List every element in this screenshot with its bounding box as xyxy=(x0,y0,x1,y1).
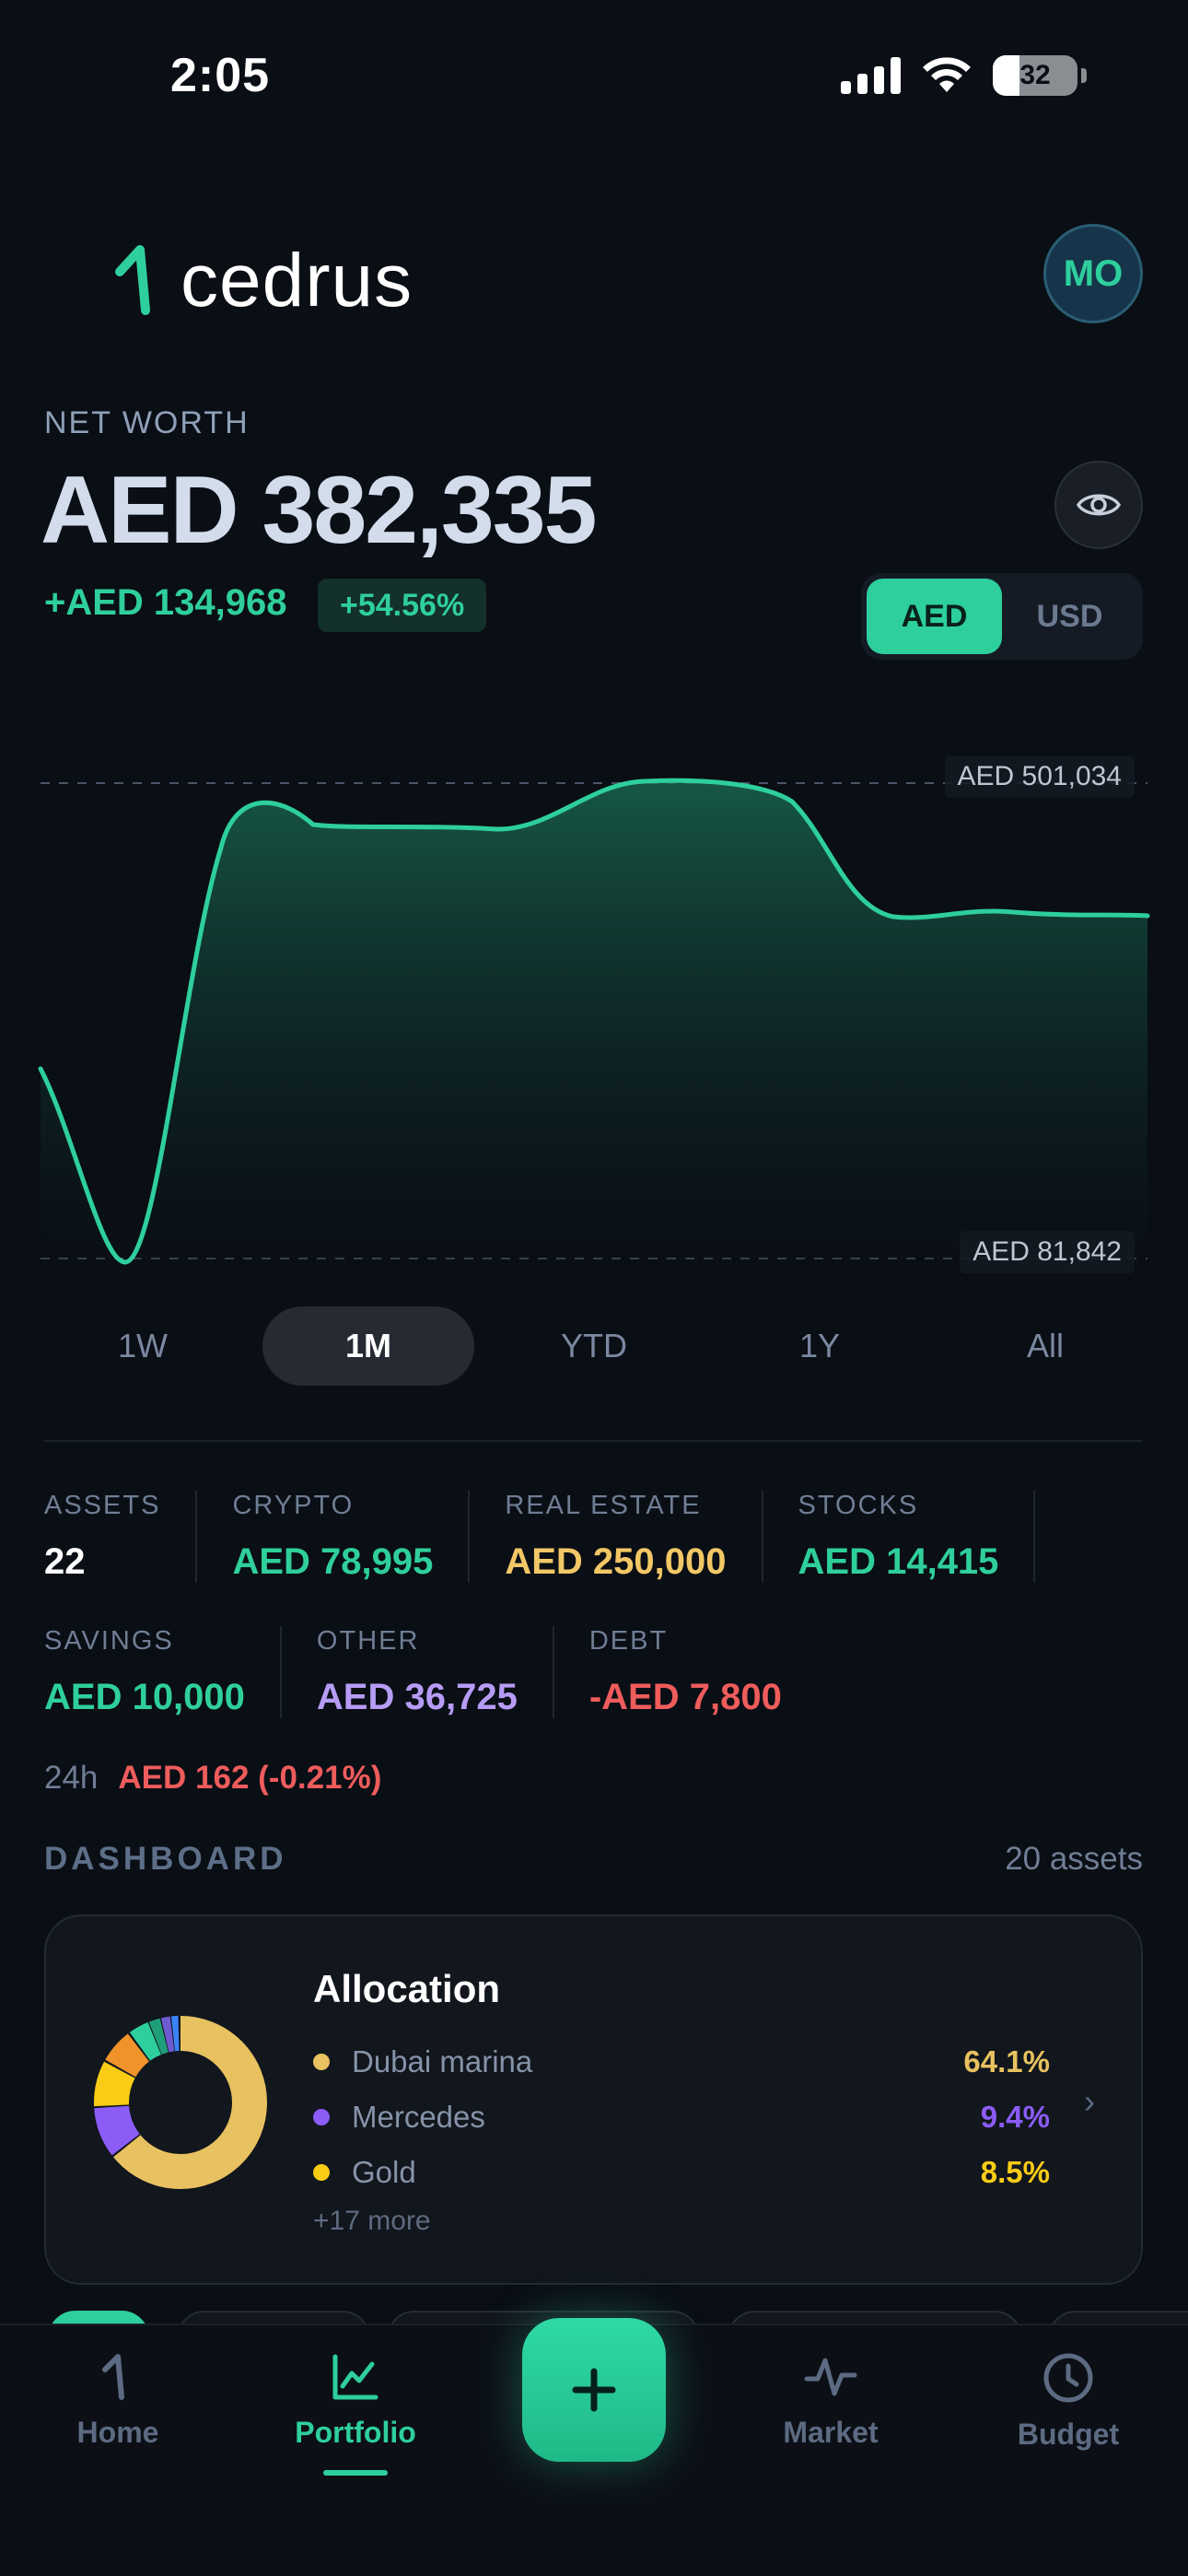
add-button[interactable] xyxy=(522,2318,666,2462)
stat-value: AED 78,995 xyxy=(232,1541,434,1582)
allocation-pct: 8.5% xyxy=(980,2155,1050,2189)
period-all[interactable]: All xyxy=(939,1306,1151,1386)
allocation-list: Dubai marina 64.1% Mercedes 9.4% Gold 8.… xyxy=(313,2034,1087,2237)
stat-savings[interactable]: SAVINGS AED 10,000 xyxy=(44,1626,282,1718)
allocation-more[interactable]: +17 more xyxy=(313,2206,1087,2237)
period-1y[interactable]: 1Y xyxy=(714,1306,926,1386)
list-item: Dubai marina 64.1% xyxy=(313,2034,1087,2090)
currency-usd-button[interactable]: USD xyxy=(1002,579,1137,654)
status-icons: 32 xyxy=(841,55,1087,96)
brand-logo: cedrus xyxy=(112,238,413,324)
nav-label: Market xyxy=(783,2416,879,2449)
pulse-icon xyxy=(804,2358,857,2396)
nav-portfolio[interactable]: Portfolio xyxy=(263,2325,448,2476)
stat-label: SAVINGS xyxy=(44,1626,174,1656)
legend-dot xyxy=(313,2054,330,2070)
stat-label: CRYPTO xyxy=(232,1491,355,1520)
stat-value: AED 14,415 xyxy=(798,1541,999,1582)
net-worth-change-badge: +54.56% xyxy=(318,579,487,632)
allocation-name: Mercedes xyxy=(352,2100,485,2134)
list-item: Gold 8.5% xyxy=(313,2145,1087,2200)
stat-other[interactable]: OTHER AED 36,725 xyxy=(317,1626,554,1718)
stats-row: SAVINGS AED 10,000 OTHER AED 36,725 DEBT… xyxy=(44,1626,852,1718)
stat-label: DEBT xyxy=(588,1626,669,1656)
period-1w[interactable]: 1W xyxy=(37,1306,249,1386)
nav-budget[interactable]: Budget xyxy=(976,2325,1160,2452)
stat-value: AED 250,000 xyxy=(505,1541,727,1582)
allocation-donut xyxy=(94,2016,267,2189)
stat-label: OTHER xyxy=(316,1626,420,1656)
stat-assets: ASSETS 22 xyxy=(44,1491,198,1583)
nav-market[interactable]: Market xyxy=(739,2325,923,2450)
divider xyxy=(44,1440,1143,1442)
net-worth-label: NET WORTH xyxy=(44,405,250,440)
chart-icon xyxy=(332,2354,379,2400)
allocation-card[interactable]: Allocation Dubai marina 64.1% Mercedes 9… xyxy=(44,1914,1143,2285)
currency-toggle: AED USD xyxy=(861,573,1143,660)
allocation-pct: 9.4% xyxy=(980,2100,1050,2134)
period-1m[interactable]: 1M xyxy=(262,1306,474,1386)
allocation-pct: 64.1% xyxy=(963,2044,1050,2078)
brand-name: cedrus xyxy=(181,239,413,322)
clock-icon xyxy=(1043,2353,1093,2403)
signal-icon xyxy=(841,57,901,94)
wifi-icon xyxy=(923,57,971,92)
day-change: 24h AED 162 (-0.21%) xyxy=(44,1760,381,1797)
period-selector: 1W 1M YTD 1Y All xyxy=(37,1306,1151,1386)
battery-level: 32 xyxy=(1019,60,1051,90)
chart-max-label: AED 501,034 xyxy=(944,755,1135,798)
avatar[interactable]: MO xyxy=(1043,224,1143,323)
period-ytd[interactable]: YTD xyxy=(488,1306,700,1386)
stat-value: -AED 7,800 xyxy=(588,1677,782,1717)
net-worth-change: +AED 134,968 xyxy=(44,582,287,623)
day-change-label: 24h xyxy=(44,1760,99,1796)
chart-min-label: AED 81,842 xyxy=(960,1231,1135,1273)
stat-value: 22 xyxy=(44,1541,86,1582)
cedrus-logo-icon xyxy=(102,2354,124,2400)
asset-count: 20 assets xyxy=(1005,1841,1143,1877)
net-worth-chart[interactable]: AED 501,034 AED 81,842 xyxy=(0,737,1188,1290)
allocation-name: Dubai marina xyxy=(352,2044,533,2078)
stat-label: REAL ESTATE xyxy=(505,1491,702,1520)
chevron-right-icon[interactable]: › xyxy=(1084,2082,1095,2121)
toggle-visibility-button[interactable] xyxy=(1054,461,1143,549)
nav-label: Portfolio xyxy=(295,2416,416,2449)
stat-real-estate[interactable]: REAL ESTATE AED 250,000 xyxy=(505,1491,763,1583)
stat-value: AED 10,000 xyxy=(44,1677,245,1717)
currency-aed-button[interactable]: AED xyxy=(867,579,1002,654)
net-worth-value: AED 382,335 xyxy=(41,457,597,564)
stat-value: AED 36,725 xyxy=(316,1677,518,1717)
nav-label: Home xyxy=(76,2416,159,2449)
stat-label: ASSETS xyxy=(44,1491,161,1520)
day-change-value: AED 162 (-0.21%) xyxy=(118,1760,382,1796)
chart-area xyxy=(41,780,1147,1271)
nav-label: Budget xyxy=(1017,2418,1120,2451)
nav-home[interactable]: Home xyxy=(26,2325,210,2450)
active-indicator xyxy=(323,2470,388,2476)
dashboard-title: DASHBOARD xyxy=(44,1841,287,1877)
stats-row: ASSETS 22 CRYPTO AED 78,995 REAL ESTATE … xyxy=(44,1491,1070,1583)
plus-icon xyxy=(572,2368,616,2412)
stat-label: STOCKS xyxy=(798,1491,919,1520)
battery-icon: 32 xyxy=(993,55,1077,96)
cedrus-logo-icon xyxy=(115,245,150,315)
list-item: Mercedes 9.4% xyxy=(313,2090,1087,2145)
status-time: 2:05 xyxy=(170,49,271,102)
stat-debt[interactable]: DEBT -AED 7,800 xyxy=(589,1626,817,1718)
stat-crypto[interactable]: CRYPTO AED 78,995 xyxy=(232,1491,471,1583)
eye-icon xyxy=(1077,494,1121,516)
stat-stocks[interactable]: STOCKS AED 14,415 xyxy=(798,1491,1036,1583)
legend-dot xyxy=(313,2164,330,2181)
legend-dot xyxy=(313,2109,330,2125)
allocation-title: Allocation xyxy=(313,1967,501,2010)
allocation-name: Gold xyxy=(352,2155,416,2189)
